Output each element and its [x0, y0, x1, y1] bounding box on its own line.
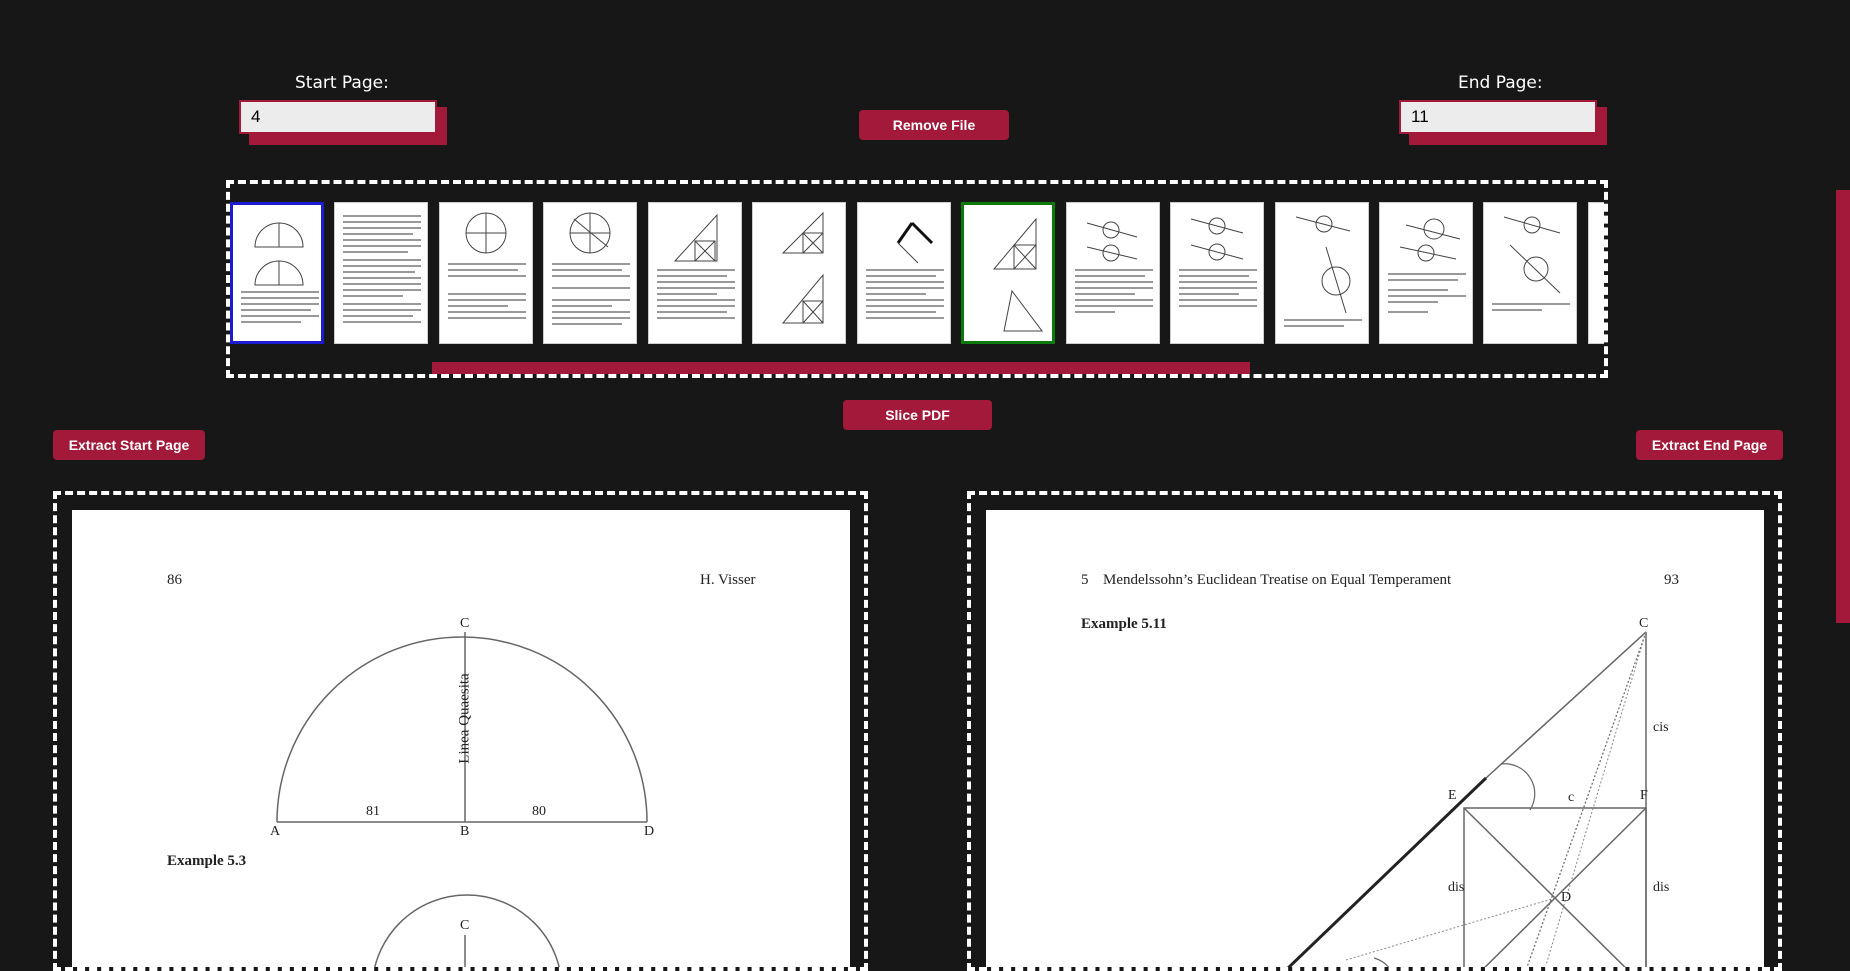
label-dis-left: dis	[1448, 880, 1465, 895]
thumbnail-diagram	[657, 213, 735, 319]
page-thumbnail[interactable]	[1483, 202, 1577, 344]
point-label-c: C	[460, 616, 470, 631]
label-c: c	[1568, 790, 1575, 805]
thumbnail-text	[343, 215, 421, 323]
page-thumbnail-start[interactable]	[230, 202, 324, 344]
triangle-diagram	[1286, 631, 1647, 967]
end-page-label: End Page:	[1458, 73, 1543, 93]
page-thumbnail[interactable]	[1170, 202, 1264, 344]
page-thumbnail[interactable]	[1066, 202, 1160, 344]
extract-start-page-button[interactable]: Extract Start Page	[53, 430, 205, 460]
page-thumbnail[interactable]	[334, 202, 428, 344]
page-thumbnail[interactable]	[648, 202, 742, 344]
start-page-input[interactable]	[239, 100, 437, 134]
start-page-preview: 86 H. Visser C A B D 81 80 Linea Quaesit…	[53, 491, 868, 971]
example-caption: Example 5.3	[167, 853, 247, 869]
thumbnail-diagram	[781, 211, 824, 324]
start-page-render: 86 H. Visser C A B D 81 80 Linea Quaesit…	[72, 510, 850, 967]
page-thumbnail[interactable]	[857, 202, 951, 344]
end-page-render: 5 Mendelssohn’s Euclidean Treatise on Eq…	[986, 510, 1764, 967]
page-thumbnail[interactable]	[1275, 202, 1369, 344]
thumbnail-diagram	[448, 212, 526, 319]
point-label-a: A	[270, 824, 281, 839]
page-thumbnail[interactable]	[1379, 202, 1473, 344]
point-label-b: B	[460, 824, 470, 839]
start-page-field-wrap	[239, 100, 447, 145]
thumbnail-diagram	[866, 221, 944, 319]
left-segment-value: 81	[366, 804, 380, 819]
page-thumbnail-strip[interactable]	[226, 180, 1608, 378]
thumbnail-diagram	[992, 217, 1043, 332]
vertical-label: Linea Quaesita	[456, 673, 473, 764]
page-thumbnail-partial[interactable]	[1588, 202, 1604, 344]
start-page-label: Start Page:	[295, 73, 389, 93]
label-dis-right: dis	[1653, 880, 1670, 895]
remove-file-button[interactable]: Remove File	[859, 110, 1009, 140]
right-segment-value: 80	[532, 804, 546, 819]
end-page-preview: 5 Mendelssohn’s Euclidean Treatise on Eq…	[967, 491, 1782, 971]
point-label-e: E	[1448, 788, 1457, 803]
thumbnail-diagram	[552, 212, 630, 325]
thumbnail-diagram	[1492, 216, 1570, 311]
end-page-input[interactable]	[1399, 100, 1597, 134]
point-label-f: F	[1640, 788, 1648, 803]
slice-pdf-button[interactable]: Slice PDF	[843, 400, 992, 430]
end-page-field-wrap	[1399, 100, 1607, 145]
page-thumbnail[interactable]	[752, 202, 846, 344]
thumbnail-diagram	[1075, 221, 1153, 313]
extract-end-page-button[interactable]: Extract End Page	[1636, 430, 1783, 460]
page-thumbnail[interactable]	[439, 202, 533, 344]
thumbnail-strip-scrollbar[interactable]	[432, 362, 1250, 374]
thumbnail-diagram	[241, 222, 319, 323]
point-label-c2: C	[460, 918, 470, 933]
thumbnail-diagram	[1284, 215, 1362, 327]
page-thumbnail[interactable]	[543, 202, 637, 344]
thumbnail-diagram	[1388, 218, 1466, 313]
page-thumbnail-end[interactable]	[961, 202, 1055, 344]
point-label-d: D	[644, 824, 655, 839]
page-vertical-scrollbar[interactable]	[1836, 190, 1850, 623]
thumbnail-diagram	[1179, 217, 1257, 307]
label-cis: cis	[1653, 720, 1669, 735]
point-label-c: C	[1639, 616, 1649, 631]
point-label-d: D	[1561, 890, 1572, 905]
